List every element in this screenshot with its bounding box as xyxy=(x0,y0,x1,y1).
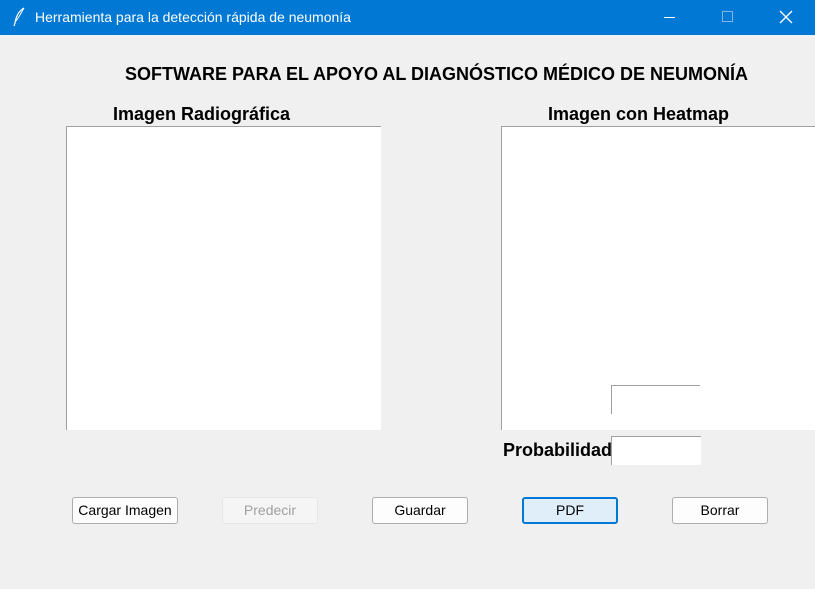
title-bar[interactable]: Herramienta para la detección rápida de … xyxy=(0,0,815,35)
predict-button[interactable]: Predecir xyxy=(222,497,318,524)
minimize-button[interactable] xyxy=(642,0,698,35)
probability-field[interactable] xyxy=(611,436,701,465)
close-icon xyxy=(779,10,793,24)
save-button[interactable]: Guardar xyxy=(372,497,468,524)
xray-image-canvas xyxy=(66,126,381,430)
maximize-icon xyxy=(722,11,733,22)
window-title: Herramienta para la detección rápida de … xyxy=(35,9,351,25)
load-image-button[interactable]: Cargar Imagen xyxy=(72,497,178,524)
page-title: SOFTWARE PARA EL APOYO AL DIAGNÓSTICO MÉ… xyxy=(125,64,749,84)
maximize-button[interactable] xyxy=(699,0,755,35)
feather-icon xyxy=(11,7,27,27)
xray-image-label: Imagen Radiográfica xyxy=(113,104,291,124)
clear-button[interactable]: Borrar xyxy=(672,497,768,524)
minimize-icon xyxy=(664,17,675,18)
pdf-button[interactable]: PDF xyxy=(522,497,618,524)
result-field[interactable] xyxy=(611,385,700,414)
close-button[interactable] xyxy=(758,0,814,35)
probability-label: Probabilidad: xyxy=(503,440,619,460)
heatmap-image-label: Imagen con Heatmap xyxy=(548,104,730,124)
